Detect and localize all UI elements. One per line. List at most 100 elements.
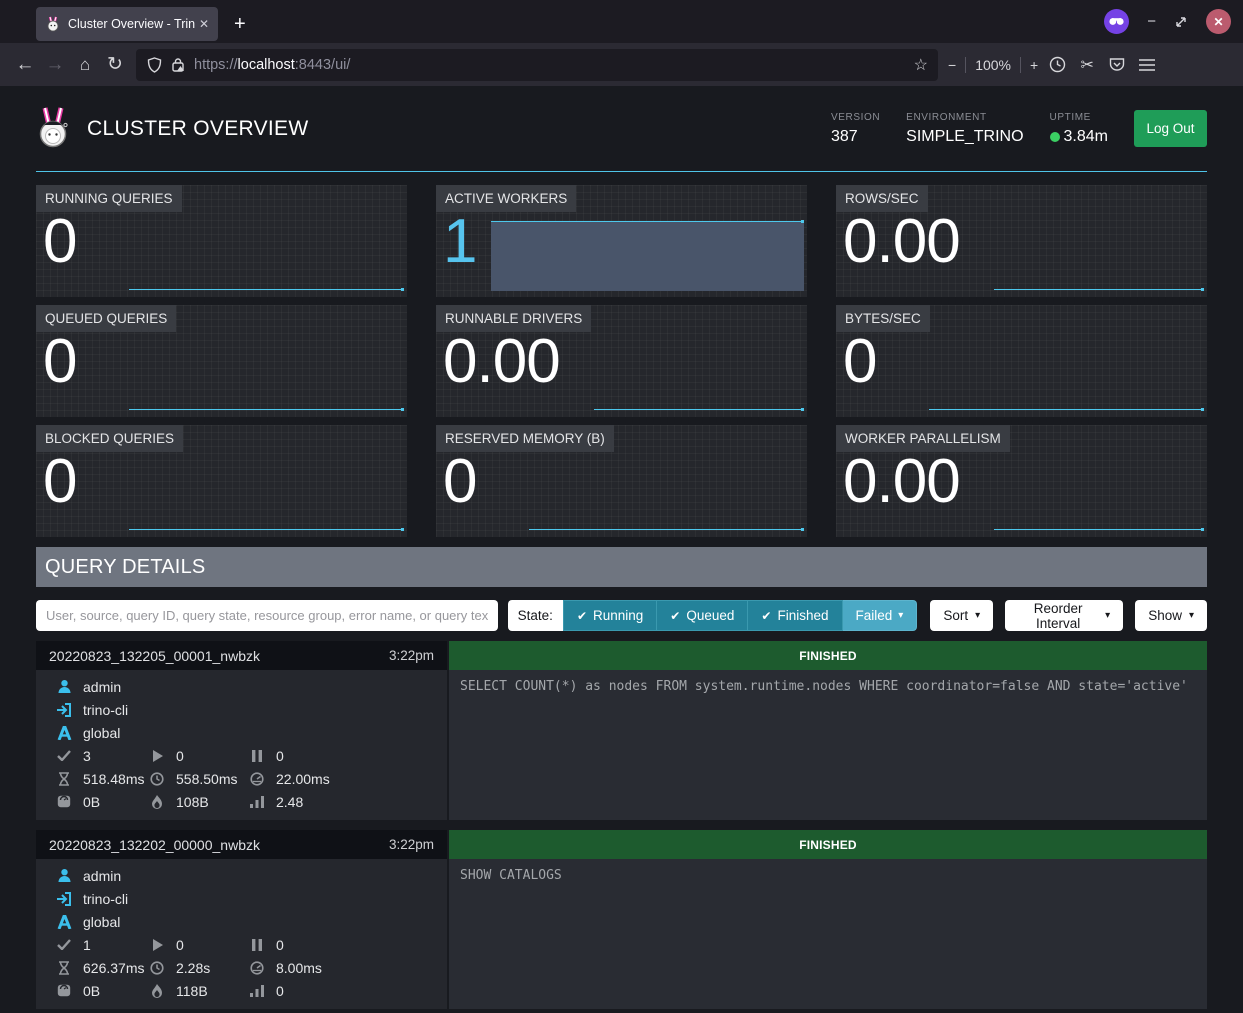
wall-time: 626.37ms <box>83 960 144 976</box>
completed-splits-icon <box>56 750 72 761</box>
reload-icon[interactable]: ↻ <box>100 50 130 80</box>
query-text: SHOW CATALOGS <box>449 859 1207 1009</box>
completed-splits: 1 <box>83 937 91 953</box>
total-time: 2.28s <box>176 960 210 976</box>
current-memory: 0B <box>83 794 100 810</box>
history-clock-icon[interactable] <box>1042 50 1072 80</box>
stat-card-runnable-drivers: RUNNABLE DRIVERS 0.00 <box>436 305 807 417</box>
cpu-time-gauge-icon <box>249 772 265 786</box>
address-bar[interactable]: https://localhost:8443/ui/ ☆ <box>136 49 938 81</box>
bookmark-star-icon[interactable]: ☆ <box>914 55 928 75</box>
current-memory-icon <box>56 984 72 997</box>
query-text: SELECT COUNT(*) as nodes FROM system.run… <box>449 670 1207 820</box>
sort-dropdown[interactable]: Sort ▾ <box>930 600 993 631</box>
total-time-clock-icon <box>149 961 165 975</box>
wall-time: 518.48ms <box>83 771 144 787</box>
sparkline <box>529 529 804 530</box>
window-minimize-button[interactable]: − <box>1147 13 1156 30</box>
environment-value: SIMPLE_TRINO <box>906 128 1023 146</box>
query-search-input[interactable] <box>36 600 498 631</box>
peak-memory-flame-icon <box>149 984 165 998</box>
cumulative-memory-chart-icon <box>249 796 265 808</box>
query-time: 3:22pm <box>389 837 434 852</box>
filter-failed-dropdown[interactable]: Failed ▾ <box>843 600 918 631</box>
uptime-info: UPTIME 3.84m <box>1050 112 1108 146</box>
current-memory: 0B <box>83 983 100 999</box>
new-tab-button[interactable]: + <box>234 13 246 36</box>
browser-chrome: Cluster Overview - Trino ✕ + − ✕ ← → ⌂ ↻ <box>0 0 1243 86</box>
sparkline <box>129 529 404 530</box>
zoom-out-button[interactable]: − <box>948 57 956 73</box>
pocket-icon[interactable] <box>1102 50 1132 80</box>
query-id-link[interactable]: 20220823_132202_00000_nwbzk <box>49 837 260 853</box>
zoom-level[interactable]: 100% <box>975 57 1011 73</box>
trino-favicon <box>45 16 61 32</box>
chevron-down-icon: ▾ <box>1105 610 1110 621</box>
reorder-interval-dropdown[interactable]: Reorder Interval ▾ <box>1005 600 1123 631</box>
filter-finished-button[interactable]: ✔ Finished <box>748 600 842 631</box>
stat-card-blocked-queries: BLOCKED QUERIES 0 <box>36 425 407 537</box>
resource-group-icon <box>56 726 72 740</box>
sparkline <box>994 289 1204 290</box>
query-time: 3:22pm <box>389 648 434 663</box>
menu-hamburger-icon[interactable] <box>1132 50 1162 80</box>
queued-splits-icon <box>249 750 265 762</box>
chevron-down-icon: ▾ <box>898 610 903 621</box>
forward-icon[interactable]: → <box>40 50 70 80</box>
sparkline <box>594 409 804 410</box>
total-time-clock-icon <box>149 772 165 786</box>
show-dropdown[interactable]: Show ▾ <box>1135 600 1207 631</box>
zoom-in-button[interactable]: + <box>1030 57 1038 73</box>
back-icon[interactable]: ← <box>10 50 40 80</box>
resource-group-icon <box>56 915 72 929</box>
cumulative-memory-chart-icon <box>249 985 265 997</box>
user-icon <box>56 679 72 694</box>
wall-time-hourglass-icon <box>56 961 72 975</box>
query-id-link[interactable]: 20220823_132205_00001_nwbzk <box>49 648 260 664</box>
source-icon <box>56 703 72 717</box>
completed-splits-icon <box>56 939 72 950</box>
navigation-toolbar: ← → ⌂ ↻ https://localhost:8443/ui/ ☆ − 1… <box>0 43 1243 86</box>
peak-memory: 108B <box>176 794 209 810</box>
running-splits: 0 <box>176 937 184 953</box>
peak-memory-flame-icon <box>149 795 165 809</box>
cpu-time: 8.00ms <box>276 960 322 976</box>
stat-card-active-workers: ACTIVE WORKERS 1 <box>436 185 807 297</box>
check-icon: ✔ <box>670 609 680 623</box>
screenshot-scissors-icon[interactable]: ✂ <box>1072 50 1102 80</box>
chevron-down-icon: ▾ <box>1189 610 1194 621</box>
shield-icon[interactable] <box>146 57 162 73</box>
window-close-button[interactable]: ✕ <box>1206 9 1231 34</box>
sparkline <box>129 409 404 410</box>
url-text[interactable]: https://localhost:8443/ui/ <box>194 57 914 73</box>
running-splits-icon <box>149 750 165 762</box>
lock-warning-icon[interactable] <box>170 57 186 72</box>
version-info: VERSION 387 <box>831 112 880 146</box>
uptime-value: 3.84m <box>1064 128 1108 146</box>
filter-queued-button[interactable]: ✔ Queued <box>657 600 748 631</box>
running-splits: 0 <box>176 748 184 764</box>
logout-button[interactable]: Log Out <box>1134 110 1207 147</box>
browser-tab[interactable]: Cluster Overview - Trino ✕ <box>36 7 218 41</box>
query-details-header: QUERY DETAILS <box>36 547 1207 587</box>
completed-splits: 3 <box>83 748 91 764</box>
stats-grid: RUNNING QUERIES 0 ACTIVE WORKERS 1 ROWS/… <box>36 185 1207 537</box>
sparkline <box>994 529 1204 530</box>
query-filter-toolbar: State: ✔ Running ✔ Queued ✔ Finished Fai… <box>36 600 1207 631</box>
tab-bar: Cluster Overview - Trino ✕ + − ✕ <box>0 0 1243 43</box>
private-browsing-icon <box>1104 9 1129 34</box>
queued-splits-icon <box>249 939 265 951</box>
home-icon[interactable]: ⌂ <box>70 50 100 80</box>
tab-close-icon[interactable]: ✕ <box>199 17 209 31</box>
cumulative-memory: 2.48 <box>276 794 303 810</box>
page-header: CLUSTER OVERVIEW VERSION 387 ENVIRONMENT… <box>36 86 1207 172</box>
query-status-badge: FINISHED <box>449 641 1207 670</box>
window-restore-button[interactable] <box>1174 15 1188 29</box>
query-source: trino-cli <box>83 891 128 907</box>
queued-splits: 0 <box>276 748 284 764</box>
trino-page: CLUSTER OVERVIEW VERSION 387 ENVIRONMENT… <box>0 86 1243 1013</box>
version-value: 387 <box>831 128 880 146</box>
page-title: CLUSTER OVERVIEW <box>87 117 308 141</box>
filter-running-button[interactable]: ✔ Running <box>563 600 657 631</box>
total-time: 558.50ms <box>176 771 237 787</box>
